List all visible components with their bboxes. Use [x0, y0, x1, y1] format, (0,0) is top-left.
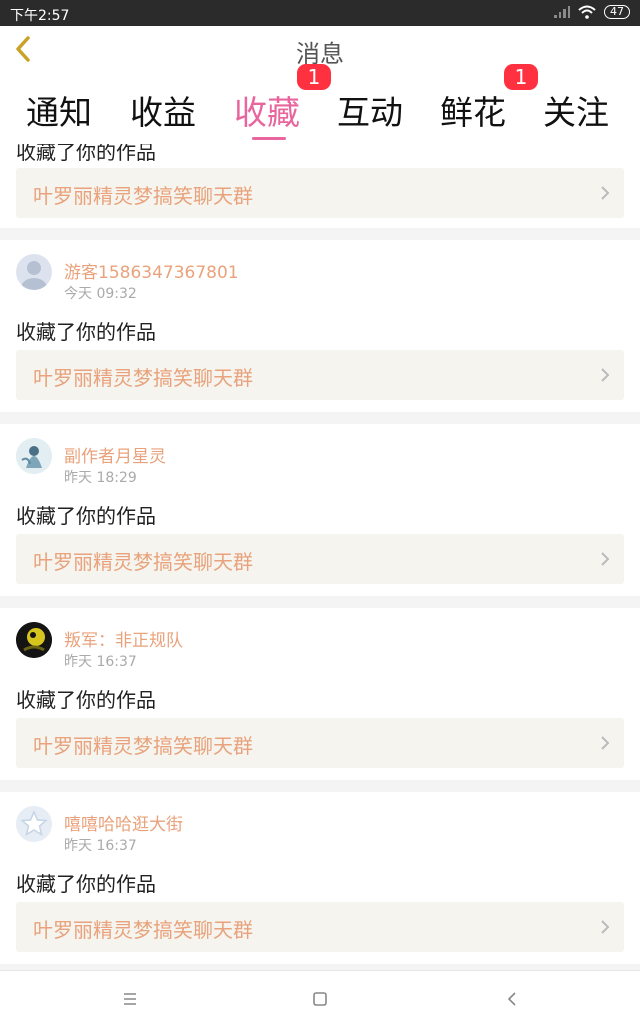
tab-notifications[interactable]: 通知 [26, 86, 92, 134]
tab-favorites-badge: 1 [297, 64, 331, 90]
work-link[interactable]: 叶罗丽精灵梦搞笑聊天群 [16, 902, 624, 952]
status-time: 下午2:57 [10, 8, 70, 24]
avatar[interactable] [16, 438, 52, 474]
work-title: 叶罗丽精灵梦搞笑聊天群 [33, 366, 253, 390]
home-icon[interactable] [306, 985, 334, 1013]
work-title: 叶罗丽精灵梦搞笑聊天群 [33, 550, 253, 574]
chevron-right-icon [601, 736, 610, 750]
username[interactable]: 游客1586347367801 [64, 258, 239, 283]
avatar-image [16, 438, 52, 474]
wifi-icon [578, 5, 596, 19]
tab-label: 收藏 [234, 93, 300, 132]
menu-icon[interactable] [116, 985, 144, 1013]
avatar[interactable] [16, 806, 52, 842]
timestamp: 昨天 16:37 [64, 654, 137, 670]
work-title: 叶罗丽精灵梦搞笑聊天群 [33, 184, 253, 208]
username[interactable]: 副作者月星灵 [64, 442, 166, 467]
action-text: 收藏了你的作品 [16, 872, 156, 896]
list-item: 游客1586347367801 今天 09:32 收藏了你的作品 叶罗丽精灵梦搞… [0, 240, 640, 412]
chevron-right-icon [601, 368, 610, 382]
back-icon[interactable] [498, 985, 526, 1013]
work-link[interactable]: 叶罗丽精灵梦搞笑聊天群 [16, 168, 624, 218]
list-item: 副作者月星灵 昨天 18:29 收藏了你的作品 叶罗丽精灵梦搞笑聊天群 [0, 424, 640, 596]
battery-icon: 47 [604, 5, 630, 19]
active-tab-indicator [252, 137, 286, 140]
tab-label: 关注 [543, 93, 609, 132]
action-text: 收藏了你的作品 [16, 144, 156, 164]
message-list[interactable]: 收藏了你的作品 叶罗丽精灵梦搞笑聊天群 游客1586347367801 今天 0… [0, 144, 640, 970]
timestamp: 今天 09:32 [64, 286, 137, 302]
tab-follow[interactable]: 关注 [543, 86, 609, 134]
work-title: 叶罗丽精灵梦搞笑聊天群 [33, 918, 253, 942]
list-item: 叛军：非正规队 昨天 16:37 收藏了你的作品 叶罗丽精灵梦搞笑聊天群 [0, 608, 640, 780]
system-nav-bar [0, 970, 640, 1025]
work-link[interactable]: 叶罗丽精灵梦搞笑聊天群 [16, 534, 624, 584]
tab-label: 鲜花 [440, 93, 506, 132]
chevron-right-icon [601, 186, 610, 200]
timestamp: 昨天 18:29 [64, 470, 137, 486]
work-link[interactable]: 叶罗丽精灵梦搞笑聊天群 [16, 350, 624, 400]
action-text: 收藏了你的作品 [16, 504, 156, 528]
avatar[interactable] [16, 622, 52, 658]
status-bar: 下午2:57 47 [0, 0, 640, 26]
work-link[interactable]: 叶罗丽精灵梦搞笑聊天群 [16, 718, 624, 768]
tab-flowers[interactable]: 鲜花 [440, 86, 506, 134]
signal-icon [554, 6, 570, 18]
list-item: 嘻嘻哈哈逛大街 昨天 16:37 收藏了你的作品 叶罗丽精灵梦搞笑聊天群 [0, 792, 640, 964]
action-text: 收藏了你的作品 [16, 688, 156, 712]
list-item: 收藏了你的作品 叶罗丽精灵梦搞笑聊天群 [0, 144, 640, 228]
default-star-avatar-icon [16, 806, 52, 842]
default-user-icon [21, 261, 47, 290]
timestamp: 昨天 16:37 [64, 838, 137, 854]
tab-favorites[interactable]: 收藏 [234, 86, 300, 134]
tab-bar: 通知 收益 收藏 1 互动 鲜花 1 关注 [0, 64, 640, 144]
work-title: 叶罗丽精灵梦搞笑聊天群 [33, 734, 253, 758]
chevron-right-icon [601, 920, 610, 934]
chevron-right-icon [601, 552, 610, 566]
tab-label: 互动 [337, 93, 403, 132]
tab-interaction[interactable]: 互动 [337, 86, 403, 134]
tab-earnings[interactable]: 收益 [130, 86, 196, 134]
avatar[interactable] [16, 254, 52, 290]
username[interactable]: 叛军：非正规队 [64, 626, 183, 651]
tab-label: 收益 [130, 93, 196, 132]
status-icons: 47 [554, 5, 630, 19]
tab-flowers-badge: 1 [504, 64, 538, 90]
action-text: 收藏了你的作品 [16, 320, 156, 344]
tab-label: 通知 [26, 93, 92, 132]
avatar-image [16, 622, 52, 658]
username[interactable]: 嘻嘻哈哈逛大街 [64, 810, 183, 835]
